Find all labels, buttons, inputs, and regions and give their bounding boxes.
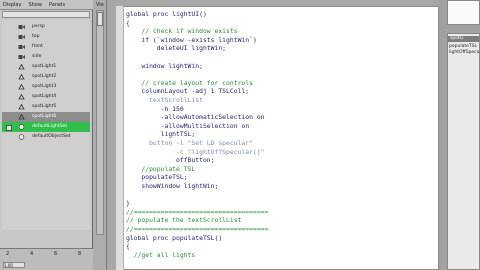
camera-icon xyxy=(18,34,25,40)
code-line: } xyxy=(126,199,130,208)
camera-icon xyxy=(18,44,25,50)
menu-show[interactable]: Show xyxy=(28,2,42,8)
outliner-item-label: defaultObjectSet xyxy=(32,134,71,139)
code-line: lightTSL; xyxy=(126,130,196,139)
outliner-item-label: side xyxy=(32,54,42,59)
code-line: -h 150 xyxy=(126,104,184,113)
vertical-scrollbar[interactable] xyxy=(96,10,104,235)
code-line: deleteUI lightWin; xyxy=(126,44,227,53)
code-line: //populate TSL xyxy=(126,164,196,173)
camera-icon xyxy=(18,24,25,30)
code-line: -c "lightOffSpecular()" xyxy=(126,147,265,156)
right-panel-list[interactable] xyxy=(447,33,480,270)
code-line: //get all lights xyxy=(126,250,196,259)
outliner-item[interactable]: side xyxy=(2,52,90,62)
code-line: // populate the textScrollList xyxy=(126,216,242,225)
outliner-item-label: defaultLightSet xyxy=(32,124,68,129)
time-tick: 4 xyxy=(30,251,34,257)
outliner-item[interactable]: spotLight2 xyxy=(2,72,90,82)
code-line: //=================================== xyxy=(126,207,269,216)
outliner-item[interactable]: spotLight1 xyxy=(2,62,90,72)
spotlight-icon xyxy=(18,104,25,110)
outliner-item[interactable]: spotLight4 xyxy=(2,92,90,102)
time-tick: 8 xyxy=(78,251,82,257)
code-line: global proc lightUI() xyxy=(126,10,207,18)
right-list-item[interactable]: lightOffSpecu xyxy=(449,50,479,56)
time-tick: 6 xyxy=(54,251,58,257)
outliner-item[interactable]: top xyxy=(2,32,90,42)
editor-gutter xyxy=(116,6,124,270)
code-line: button -l "Set LD specular" xyxy=(126,139,253,147)
outliner-item[interactable]: spotLight3 xyxy=(2,82,90,92)
viewport-label: Vie xyxy=(96,2,104,8)
code-line: columnLayout -adj 1 TSLColl; xyxy=(126,87,250,96)
spotlight-icon xyxy=(18,64,25,70)
outliner-item-label: spotLight3 xyxy=(32,84,57,89)
outliner-tree: persp top front side spotLight1 spotLight2 spo… xyxy=(2,20,90,230)
outliner-item-label: spotLight4 xyxy=(32,94,57,99)
outliner-item-label: spotLight5 xyxy=(32,104,57,109)
set-icon xyxy=(18,124,25,130)
outliner-filter-field[interactable] xyxy=(2,11,90,18)
code-line: -allowMultiSelection on xyxy=(126,121,250,130)
outliner-item[interactable]: front xyxy=(2,42,90,52)
code-line: window lightWin; xyxy=(126,61,203,70)
spotlight-icon xyxy=(18,84,25,90)
outliner-item-label: spotLight2 xyxy=(32,74,57,79)
scrollbar-thumb[interactable] xyxy=(97,12,103,26)
code-line: showWindow lightWin; xyxy=(126,182,219,190)
outliner-menubar: Display Show Panels xyxy=(0,0,93,10)
code-line: -allowAutomaticSelection on xyxy=(126,113,265,122)
spotlight-icon xyxy=(18,114,25,120)
spotlight-icon xyxy=(18,74,25,80)
code-line: if (`window -exists lightWin`) xyxy=(126,35,257,44)
outliner-item[interactable]: defaultObjectSet xyxy=(2,132,90,142)
right-list-selected-item[interactable]: spotLi xyxy=(448,36,479,42)
code-line: { xyxy=(126,242,130,251)
menu-panels[interactable]: Panels xyxy=(49,2,65,8)
code-line: global proc populateTSL() xyxy=(126,233,223,242)
code-line: populateTSL; xyxy=(126,173,188,182)
code-line: // create layout for controls xyxy=(126,78,253,87)
outliner-item-label: front xyxy=(32,44,43,49)
code-line: textScrollList xyxy=(126,96,203,104)
set-icon xyxy=(18,134,25,140)
right-panel-viewport xyxy=(447,0,480,25)
expand-toggle[interactable] xyxy=(6,125,12,131)
code-line: offButton; xyxy=(126,156,215,165)
outliner-item[interactable]: spotLight6 xyxy=(2,112,90,122)
code-line: { xyxy=(126,18,130,27)
outliner-item[interactable]: persp xyxy=(2,22,90,32)
outliner-item-label: persp xyxy=(32,24,45,29)
outliner-item[interactable]: spotLight5 xyxy=(2,102,90,112)
menu-display[interactable]: Display xyxy=(3,2,21,8)
outliner-item-label: spotLight1 xyxy=(32,64,57,69)
current-time-field[interactable]: 1.00 xyxy=(3,262,25,268)
spotlight-icon xyxy=(18,94,25,100)
code-line: //=================================== xyxy=(126,225,269,233)
camera-icon xyxy=(18,54,25,60)
time-tick: 2 xyxy=(6,251,10,257)
outliner-item-label: top xyxy=(32,34,40,39)
outliner-item-label: spotLight6 xyxy=(32,114,57,119)
outliner-item[interactable]: defaultLightSet xyxy=(2,122,90,132)
code-line: // check if window exists xyxy=(126,27,238,36)
